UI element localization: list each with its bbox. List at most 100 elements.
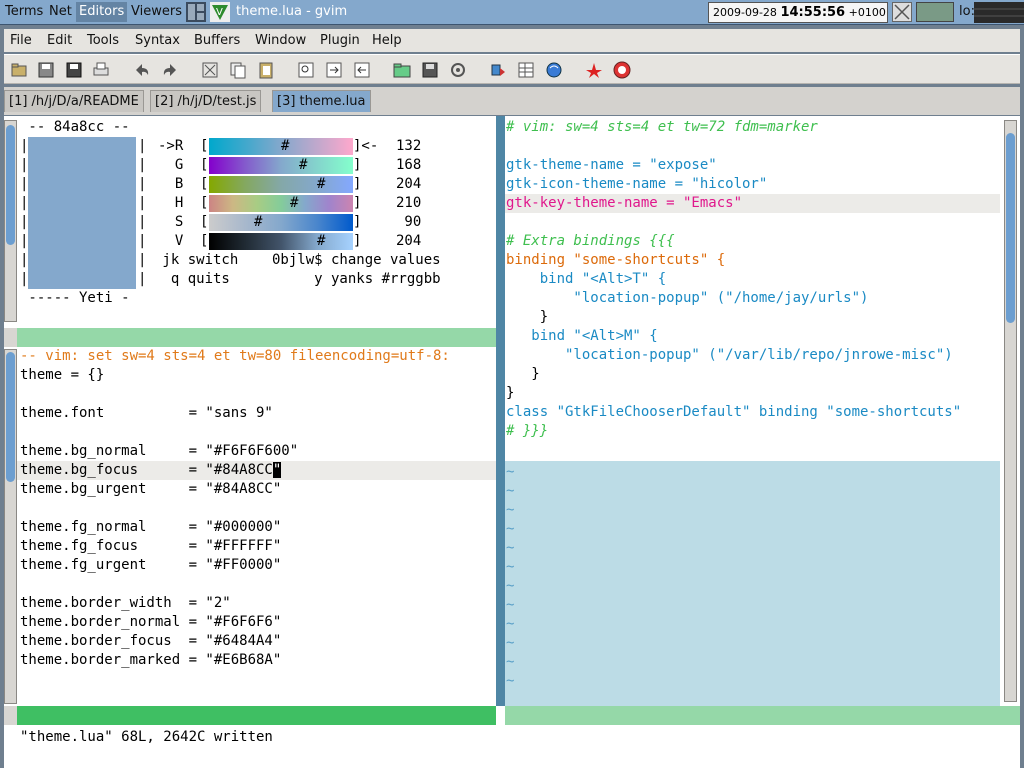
- code-line: theme.fg_urgent = "#FF0000": [20, 557, 282, 573]
- gtkrc-modeline: # vim: sw=4 sts=4 et tw=72 fdm=marker: [506, 119, 818, 135]
- find-replace-icon[interactable]: [296, 60, 316, 80]
- comment-line: # Extra bindings {{{: [506, 233, 675, 249]
- menu-help[interactable]: Help: [372, 32, 402, 50]
- window-separator[interactable]: [496, 116, 505, 706]
- tag-jump-icon[interactable]: [584, 60, 604, 80]
- code-line: }: [506, 385, 515, 401]
- text-cursor: ": [272, 462, 282, 478]
- gradient-h: [209, 195, 353, 212]
- left-top-scrollbar[interactable]: [4, 120, 17, 322]
- paste-icon[interactable]: [256, 60, 276, 80]
- taskbar: Terms Net Editors Viewers V theme.lua - …: [0, 0, 1024, 25]
- gradient-b: [209, 176, 353, 193]
- gtkrc-pane[interactable]: # vim: sw=4 sts=4 et tw=72 fdm=marker gt…: [505, 116, 1020, 706]
- save-session-icon[interactable]: [420, 60, 440, 80]
- code-line: binding "some-shortcuts" {: [506, 252, 726, 268]
- graph-widget: [916, 2, 954, 22]
- redo-icon[interactable]: [160, 60, 180, 80]
- code-line: gtk-key-theme-name = "Emacs": [506, 195, 743, 211]
- shell-icon[interactable]: [544, 60, 564, 80]
- status-line-gtkrc: 5 ~/.gtkrc-2.0[gtkrc,utf-8,unix]0x68/104…: [505, 706, 1020, 742]
- code-line: "location-popup" ("/home/jay/urls"): [506, 290, 869, 306]
- status-line-theme-lua: 3 ~/.xdg/config/awesome/theme.lua[lua,ut…: [4, 706, 496, 761]
- right-scrollbar[interactable]: [1004, 120, 1017, 702]
- clock-date: 2009-09-28: [713, 6, 777, 19]
- comment-line: # }}}: [506, 423, 549, 439]
- empty-buffer-area: ~ ~ ~ ~ ~ ~ ~ ~ ~ ~ ~ ~: [505, 461, 1000, 706]
- menu-window[interactable]: Window: [255, 32, 306, 50]
- modeline-comment: -- vim: set sw=4 sts=4 et tw=80 fileenco…: [20, 348, 450, 364]
- code-line: gtk-theme-name = "expose": [506, 157, 717, 173]
- code-line: }: [506, 366, 540, 382]
- clock-time: 14:55:56: [780, 5, 846, 20]
- menu-plugin[interactable]: Plugin: [320, 32, 360, 50]
- selector-help-1: jk switch 0bjlw$ change values: [154, 252, 441, 268]
- theme-lua-pane[interactable]: -- vim: set sw=4 sts=4 et tw=80 fileenco…: [4, 347, 496, 706]
- cut-icon[interactable]: [200, 60, 220, 80]
- code-line: bind "<Alt>M" {: [506, 328, 658, 344]
- find-next-icon[interactable]: [324, 60, 344, 80]
- load-session-icon[interactable]: [392, 60, 412, 80]
- tab-readme[interactable]: [1] /h/j/D/a/README: [4, 90, 144, 112]
- help-icon[interactable]: [612, 60, 632, 80]
- code-line: theme = {}: [20, 367, 105, 383]
- gradient-s: [209, 214, 353, 231]
- tab-bar: [1] /h/j/D/a/README [2] /h/j/D/test.js […: [4, 87, 1020, 115]
- code-line: class "GtkFileChooserDefault" binding "s…: [506, 404, 962, 420]
- gradient-v: [209, 233, 353, 250]
- code-line: theme.border_marked = "#E6B68A": [20, 652, 282, 668]
- code-line-current: theme.bg_focus = "#84A8CC": [20, 462, 282, 478]
- menu-file[interactable]: File: [10, 32, 32, 50]
- left-bottom-scrollbar[interactable]: [4, 349, 17, 704]
- menu-bar: File Edit Tools Syntax Buffers Window Pl…: [4, 29, 1020, 52]
- status-line-selector: 4 ~/.xdg/config/awesome/==[ Color Select…: [4, 328, 496, 383]
- clock: 2009-09-28 14:55:56 +0100: [708, 2, 888, 23]
- svg-text:V: V: [216, 7, 223, 18]
- print-icon[interactable]: [91, 60, 111, 80]
- color-selector-pane[interactable]: -- 84a8cc -- | | | | | | | | | | | | | |…: [4, 116, 496, 324]
- code-line: theme.font = "sans 9": [20, 405, 273, 421]
- undo-icon[interactable]: [132, 60, 152, 80]
- selector-footer: ----- Yeti -: [20, 290, 130, 306]
- gradient-g: [209, 157, 353, 174]
- clock-tz: +0100: [848, 6, 886, 19]
- selector-help-2: q quits y yanks #rrggbb: [154, 271, 441, 287]
- code-line: gtk-icon-theme-name = "hicolor": [506, 176, 768, 192]
- find-prev-icon[interactable]: [352, 60, 372, 80]
- load-graph: [974, 2, 1024, 23]
- tag-viewers[interactable]: Viewers: [128, 2, 185, 22]
- code-line: theme.border_normal = "#F6F6F6": [20, 614, 282, 630]
- close-icon[interactable]: [892, 2, 912, 22]
- code-line: theme.bg_urgent = "#84A8CC": [20, 481, 282, 497]
- tag-net[interactable]: Net: [46, 2, 75, 22]
- color-swatch: [28, 137, 136, 289]
- copy-icon[interactable]: [228, 60, 248, 80]
- toolbar: [4, 54, 1020, 84]
- code-line: }: [506, 309, 549, 325]
- tag-terms[interactable]: Terms: [2, 2, 46, 22]
- menu-edit[interactable]: Edit: [47, 32, 72, 50]
- layout-icon[interactable]: [186, 2, 206, 22]
- code-line: theme.bg_normal = "#F6F6F600": [20, 443, 299, 459]
- save-all-icon[interactable]: [64, 60, 84, 80]
- open-icon[interactable]: [9, 60, 29, 80]
- command-line[interactable]: "theme.lua" 68L, 2642C written: [20, 728, 273, 747]
- build-tags-icon[interactable]: [516, 60, 536, 80]
- tab-theme-lua[interactable]: [3] theme.lua: [272, 90, 371, 112]
- menu-tools[interactable]: Tools: [87, 32, 119, 50]
- tag-editors[interactable]: Editors: [76, 2, 128, 22]
- editor-area: -- 84a8cc -- | | | | | | | | | | | | | |…: [4, 116, 1020, 768]
- menu-syntax[interactable]: Syntax: [135, 32, 180, 50]
- menu-buffers[interactable]: Buffers: [194, 32, 240, 50]
- code-line: "location-popup" ("/var/lib/repo/jnrowe-…: [506, 347, 953, 363]
- code-line: theme.fg_focus = "#FFFFFF": [20, 538, 282, 554]
- run-script-icon[interactable]: [448, 60, 468, 80]
- tab-test-js[interactable]: [2] /h/j/D/test.js: [150, 90, 262, 112]
- save-icon[interactable]: [36, 60, 56, 80]
- selector-header: -- 84a8cc --: [20, 119, 130, 135]
- code-line: theme.border_width = "2": [20, 595, 231, 611]
- vim-icon: V: [210, 2, 230, 22]
- make-icon[interactable]: [488, 60, 508, 80]
- code-line: bind "<Alt>T" {: [506, 271, 667, 287]
- window-title: theme.lua - gvim: [236, 4, 348, 19]
